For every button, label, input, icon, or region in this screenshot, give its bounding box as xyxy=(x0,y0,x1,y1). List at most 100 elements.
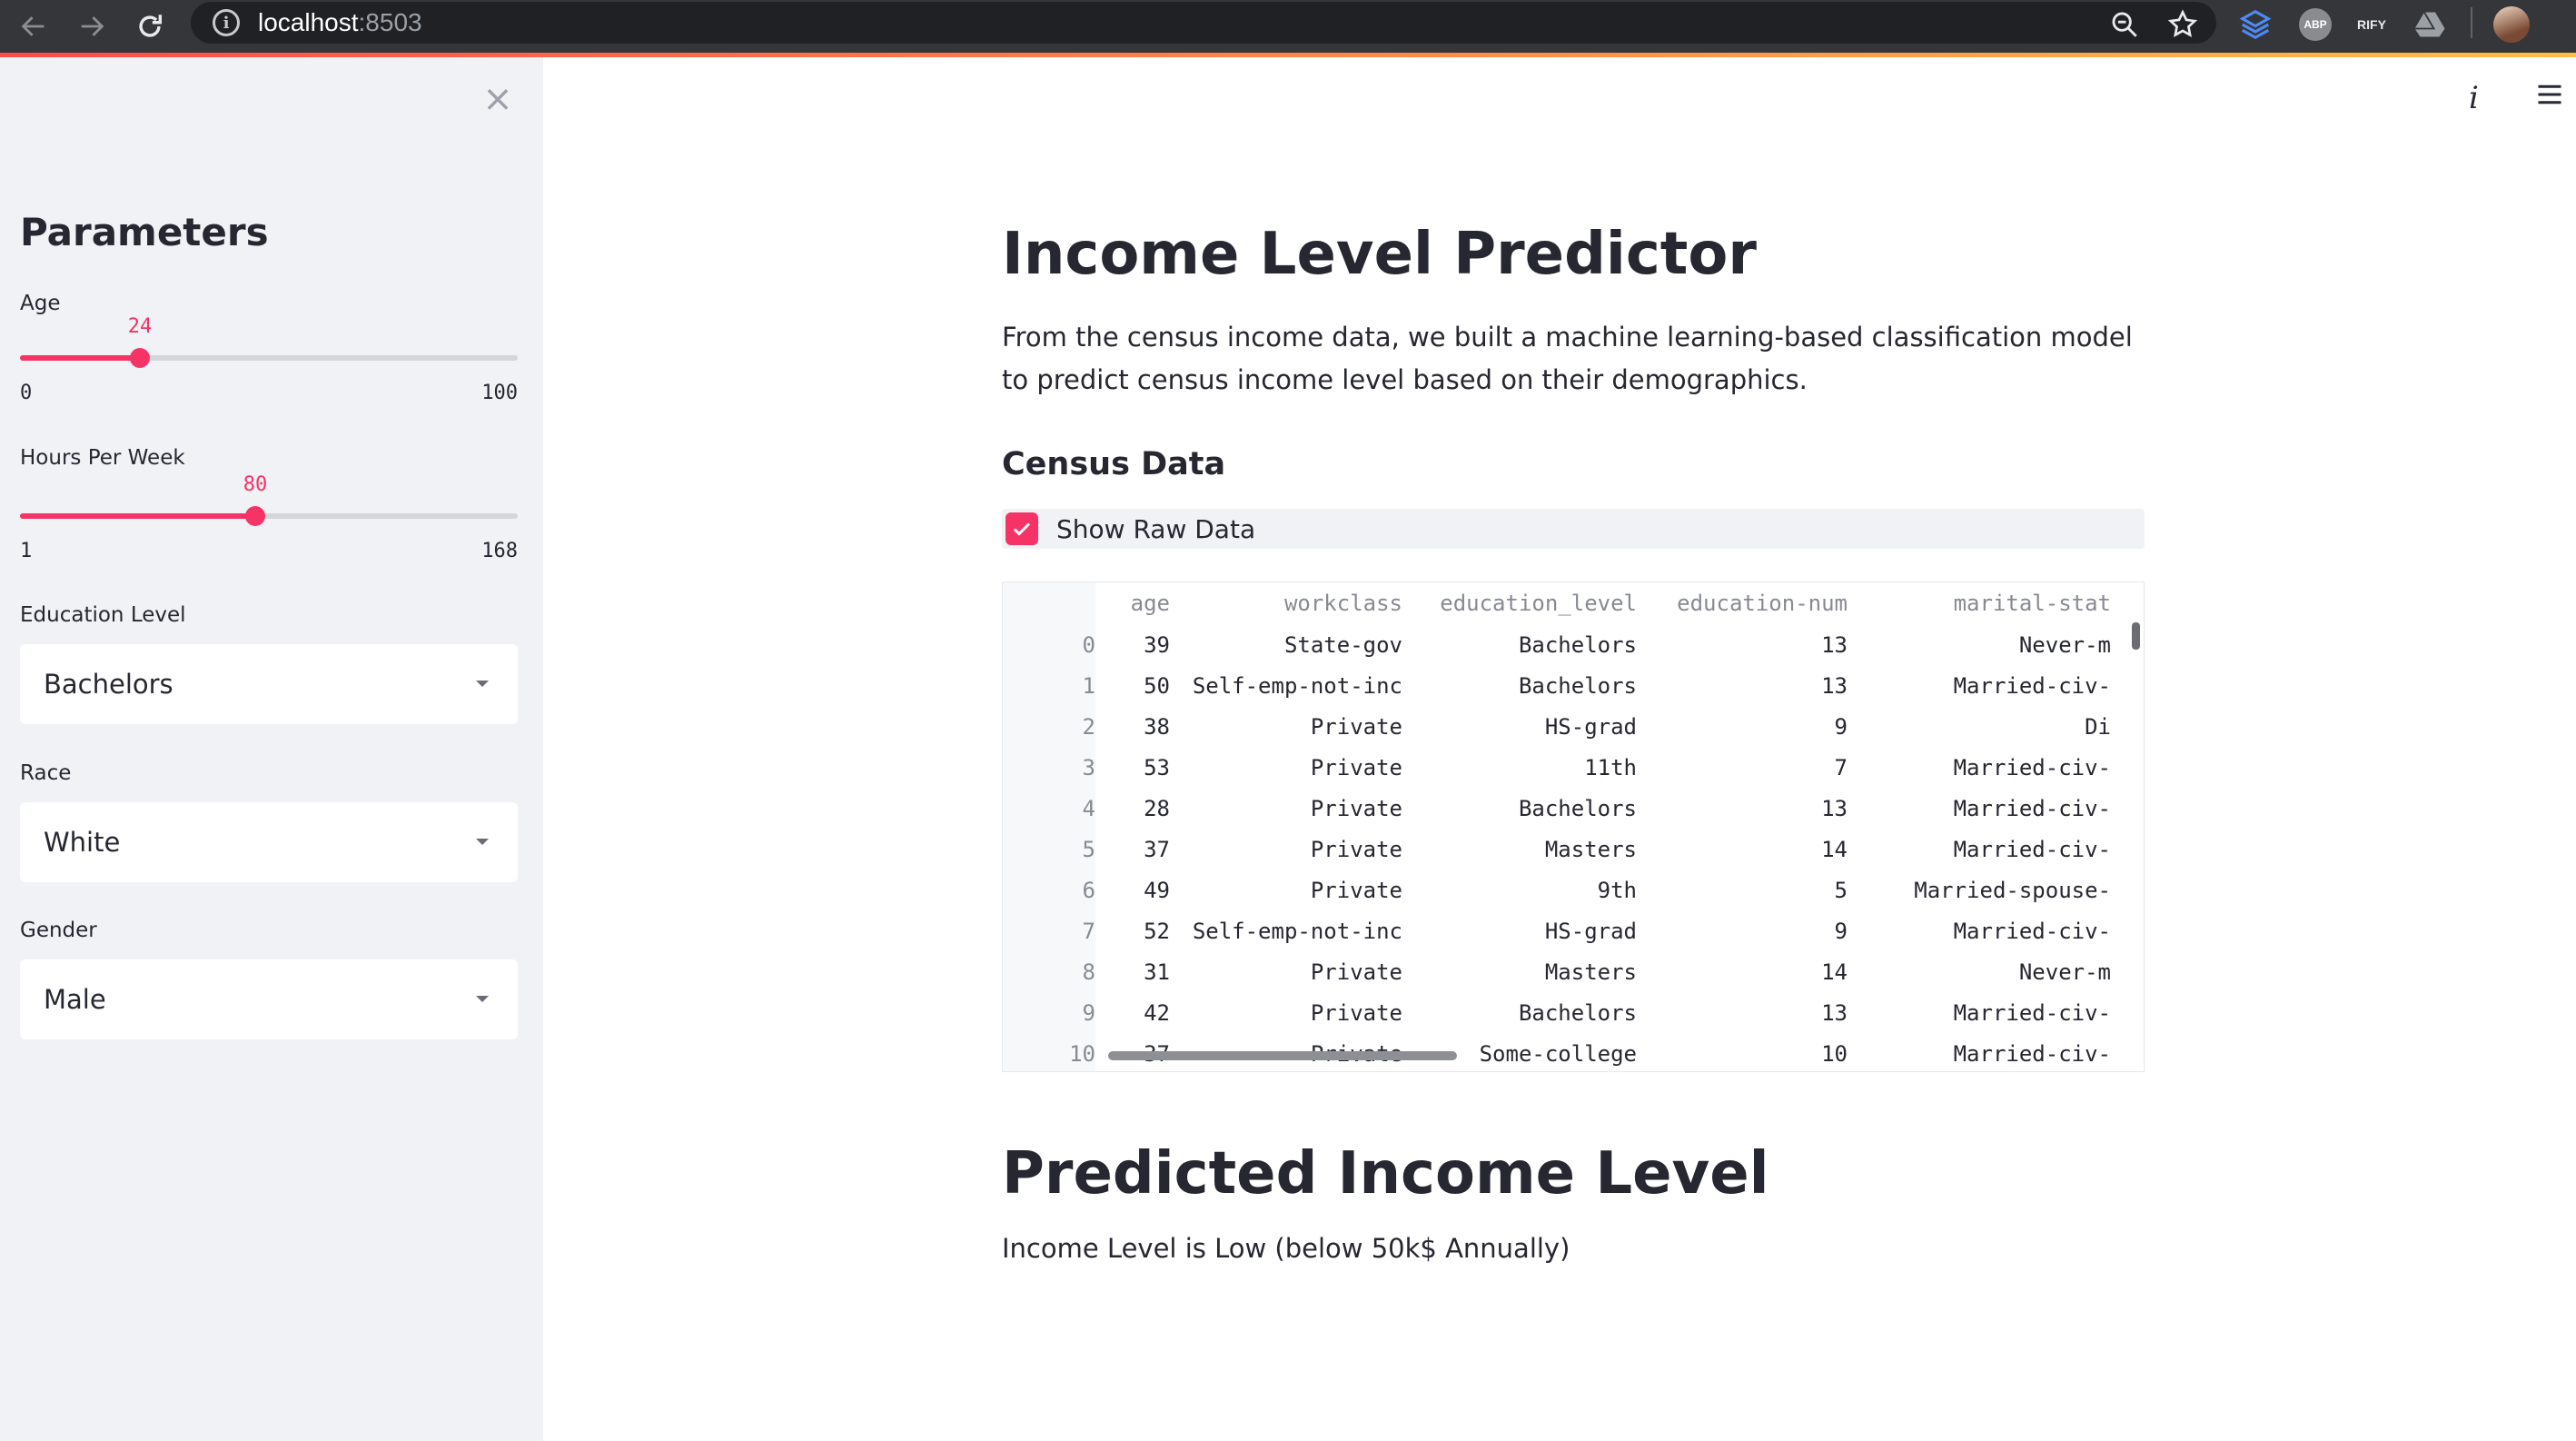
checkbox-checked[interactable] xyxy=(1006,512,1038,545)
about-info-icon[interactable]: i xyxy=(2469,80,2479,116)
row-index[interactable]: 6 xyxy=(1003,870,1095,910)
table-cell[interactable]: Di xyxy=(1848,706,2111,747)
row-index[interactable]: 9 xyxy=(1003,992,1095,1033)
table-cell[interactable]: 9th xyxy=(1402,870,1637,910)
reload-icon[interactable] xyxy=(129,5,171,47)
table-cell[interactable]: 13 xyxy=(1637,788,1848,829)
prediction-result: Income Level is Low (below 50k$ Annually… xyxy=(1002,1233,1570,1264)
table-cell[interactable]: Self-emp-not-inc xyxy=(1170,665,1402,706)
table-cell[interactable]: Self-emp-not-inc xyxy=(1170,910,1402,951)
table-cell[interactable]: 14 xyxy=(1637,951,1848,992)
education-select[interactable]: Bachelors xyxy=(20,644,518,724)
table-cell[interactable]: Married-civ- xyxy=(1848,1033,2111,1071)
table-cell[interactable]: 10 xyxy=(1637,1033,1848,1071)
table-cell[interactable]: Private xyxy=(1170,706,1402,747)
horizontal-scrollbar[interactable] xyxy=(1108,1051,1457,1060)
address-bar[interactable]: i localhost:8503 xyxy=(191,2,2216,44)
table-cell[interactable]: 39 xyxy=(1095,624,1170,665)
table-cell[interactable]: 38 xyxy=(1095,706,1170,747)
adblock-extension-icon[interactable]: ABP xyxy=(2294,4,2336,45)
hours-slider[interactable]: 80 xyxy=(20,473,518,542)
sidebar: × Parameters Age 24 0 100 Hours Per Week… xyxy=(0,57,543,1441)
table-cell[interactable]: Married-civ- xyxy=(1848,747,2111,788)
table-cell[interactable]: Married-civ- xyxy=(1848,829,2111,870)
table-cell[interactable]: 9 xyxy=(1637,910,1848,951)
table-cell[interactable]: Never-m xyxy=(1848,624,2111,665)
info-icon[interactable]: i xyxy=(213,9,240,36)
table-cell[interactable]: Private xyxy=(1170,870,1402,910)
back-icon[interactable] xyxy=(13,5,54,47)
table-cell[interactable]: 53 xyxy=(1095,747,1170,788)
show-raw-data-checkbox[interactable]: Show Raw Data xyxy=(1002,509,2145,549)
table-cell[interactable]: 9 xyxy=(1637,706,1848,747)
table-cell[interactable]: Private xyxy=(1170,788,1402,829)
row-index[interactable]: 5 xyxy=(1003,829,1095,870)
table-cell[interactable]: 50 xyxy=(1095,665,1170,706)
zoom-icon[interactable] xyxy=(2104,4,2145,45)
row-index[interactable]: 1 xyxy=(1003,665,1095,706)
row-index[interactable]: 2 xyxy=(1003,706,1095,747)
table-cell[interactable]: 14 xyxy=(1637,829,1848,870)
table-cell[interactable]: Bachelors xyxy=(1402,788,1637,829)
table-cell[interactable]: Married-civ- xyxy=(1848,910,2111,951)
bookmark-star-icon[interactable] xyxy=(2162,4,2204,45)
slider-thumb[interactable] xyxy=(245,506,265,526)
race-select[interactable]: White xyxy=(20,802,518,882)
layers-extension-icon[interactable] xyxy=(2234,4,2276,45)
column-header-age[interactable]: age xyxy=(1095,582,1170,624)
table-cell[interactable]: State-gov xyxy=(1170,624,1402,665)
age-slider[interactable]: 24 xyxy=(20,315,518,384)
table-cell[interactable]: Married-spouse- xyxy=(1848,870,2111,910)
raw-data-table[interactable]: age workclass education_level education-… xyxy=(1002,581,2145,1072)
table-cell[interactable]: 42 xyxy=(1095,992,1170,1033)
table-cell[interactable]: Married-civ- xyxy=(1848,788,2111,829)
slider-thumb[interactable] xyxy=(130,348,150,368)
table-cell[interactable]: 37 xyxy=(1095,829,1170,870)
vertical-scrollbar[interactable] xyxy=(2132,622,2140,650)
table-cell[interactable]: 13 xyxy=(1637,992,1848,1033)
column-header-education-num[interactable]: education-num xyxy=(1637,582,1848,624)
gender-select[interactable]: Male xyxy=(20,959,518,1039)
row-index[interactable]: 0 xyxy=(1003,624,1095,665)
table-cell[interactable]: Married-civ- xyxy=(1848,992,2111,1033)
profile-avatar[interactable] xyxy=(2491,4,2532,45)
table-cell[interactable]: Private xyxy=(1170,951,1402,992)
table-cell[interactable]: 5 xyxy=(1637,870,1848,910)
table-cell[interactable]: HS-grad xyxy=(1402,910,1637,951)
table-cell[interactable]: Bachelors xyxy=(1402,624,1637,665)
table-cell[interactable]: Bachelors xyxy=(1402,992,1637,1033)
table-cell[interactable]: Private xyxy=(1170,747,1402,788)
slider-value: 24 xyxy=(127,315,153,338)
table-cell[interactable]: 31 xyxy=(1095,951,1170,992)
row-index[interactable]: 10 xyxy=(1003,1033,1095,1071)
table-cell[interactable]: 11th xyxy=(1402,747,1637,788)
row-index[interactable]: 4 xyxy=(1003,788,1095,829)
table-cell[interactable]: Masters xyxy=(1402,951,1637,992)
drive-extension-icon[interactable] xyxy=(2409,4,2451,45)
table-cell[interactable]: 28 xyxy=(1095,788,1170,829)
table-cell[interactable]: 7 xyxy=(1637,747,1848,788)
column-header-workclass[interactable]: workclass xyxy=(1170,582,1402,624)
column-header-education-level[interactable]: education_level xyxy=(1402,582,1637,624)
table-cell[interactable]: 13 xyxy=(1637,665,1848,706)
forward-icon[interactable] xyxy=(71,5,113,47)
table-cell[interactable]: Private xyxy=(1170,829,1402,870)
column-header-marital-status[interactable]: marital-stat xyxy=(1848,582,2111,624)
gender-selected-value: Male xyxy=(44,984,106,1015)
rify-extension-icon[interactable]: RIFY xyxy=(2351,4,2393,45)
table-cell[interactable]: Private xyxy=(1170,992,1402,1033)
table-cell[interactable]: 13 xyxy=(1637,624,1848,665)
row-index[interactable]: 3 xyxy=(1003,747,1095,788)
table-cell[interactable]: Married-civ- xyxy=(1848,665,2111,706)
table-row: 8 31 Private Masters 14 Never-m xyxy=(1003,951,2111,992)
hamburger-menu-icon[interactable] xyxy=(2536,80,2563,116)
table-cell[interactable]: HS-grad xyxy=(1402,706,1637,747)
row-index[interactable]: 8 xyxy=(1003,951,1095,992)
table-cell[interactable]: 49 xyxy=(1095,870,1170,910)
table-cell[interactable]: Bachelors xyxy=(1402,665,1637,706)
table-cell[interactable]: 52 xyxy=(1095,910,1170,951)
table-cell[interactable]: Never-m xyxy=(1848,951,2111,992)
table-cell[interactable]: Masters xyxy=(1402,829,1637,870)
close-sidebar-icon[interactable]: × xyxy=(481,81,514,117)
row-index[interactable]: 7 xyxy=(1003,910,1095,951)
